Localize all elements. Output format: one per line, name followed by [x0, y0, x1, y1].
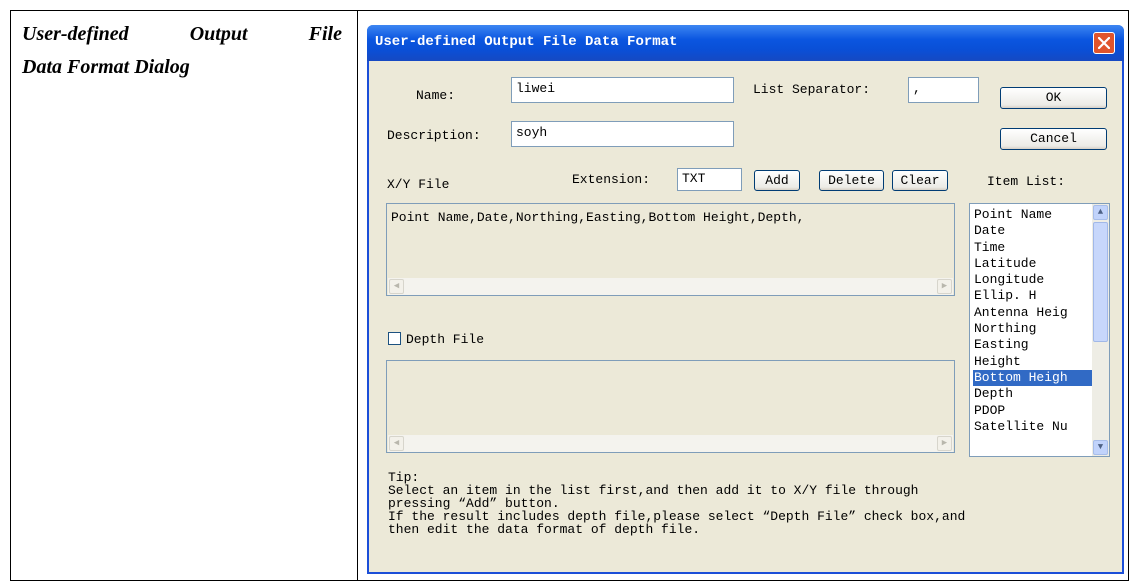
scroll-thumb[interactable] [1093, 222, 1108, 342]
extension-input[interactable]: TXT [677, 168, 742, 191]
caption-word: File [308, 23, 342, 45]
scroll-up-arrow-icon[interactable]: ▲ [1093, 205, 1108, 220]
item-list-entries: Point Name Date Time Latitude Longitude Ellip… [973, 207, 1092, 435]
scroll-right-arrow-icon[interactable]: ▶ [937, 279, 952, 294]
scroll-right-arrow-icon[interactable]: ▶ [937, 436, 952, 451]
xy-format-textbox[interactable]: Point Name,Date,Northing,Easting,Bottom … [386, 203, 955, 296]
list-item[interactable]: Latitude [973, 256, 1092, 272]
list-item[interactable]: Time [973, 240, 1092, 256]
depth-file-label: Depth File [406, 332, 485, 347]
list-item[interactable]: Point Name [973, 207, 1092, 223]
output-format-dialog: User-defined Output File Data Format Nam… [367, 25, 1124, 574]
item-list[interactable]: Point Name Date Time Latitude Longitude Ellip… [969, 203, 1110, 457]
delete-button[interactable]: Delete [819, 170, 884, 191]
caption-line-1: User-defined Output File [22, 18, 342, 51]
depth-format-textbox[interactable]: ◀ ▶ [386, 360, 955, 453]
list-separator-input[interactable]: , [908, 77, 979, 103]
caption-line-2: Data Format Dialog [22, 56, 190, 78]
depth-file-checkbox[interactable] [388, 332, 401, 345]
tip-text: Tip: Select an item in the list first,and… [388, 471, 965, 536]
caption-word: User-defined [22, 23, 129, 45]
cancel-button[interactable]: Cancel [1000, 128, 1107, 150]
dialog-caption: User-defined Output File Data Format Dia… [22, 18, 342, 84]
list-item[interactable]: Antenna Heig [973, 305, 1092, 321]
clear-button[interactable]: Clear [892, 170, 948, 191]
scroll-down-arrow-icon[interactable]: ▼ [1093, 440, 1108, 455]
list-item[interactable]: Ellip. H [973, 288, 1092, 304]
xy-format-text: Point Name,Date,Northing,Easting,Bottom … [391, 210, 805, 225]
list-item[interactable]: Date [973, 223, 1092, 239]
list-item[interactable]: Bottom Heigh [973, 369, 1092, 387]
item-list-label: Item List: [987, 174, 1066, 189]
list-item[interactable]: Easting [973, 337, 1092, 353]
description-label: Description: [387, 128, 481, 143]
ok-button[interactable]: OK [1000, 87, 1107, 109]
close-button[interactable] [1093, 32, 1115, 54]
scroll-left-arrow-icon[interactable]: ◀ [389, 436, 404, 451]
list-item[interactable]: PDOP [973, 403, 1092, 419]
list-item[interactable]: Satellite Nu [973, 419, 1092, 435]
close-icon [1098, 37, 1110, 49]
list-item[interactable]: Longitude [973, 272, 1092, 288]
caption-word: Output [189, 23, 248, 45]
item-list-vertical-scrollbar[interactable]: ▲ ▼ [1092, 204, 1109, 456]
xy-file-label: X/Y File [387, 177, 450, 192]
table-divider [357, 10, 358, 581]
scroll-left-arrow-icon[interactable]: ◀ [389, 279, 404, 294]
depth-horizontal-scrollbar[interactable]: ◀ ▶ [388, 435, 953, 452]
name-input[interactable]: liwei [511, 77, 734, 103]
dialog-title-bar[interactable]: User-defined Output File Data Format [367, 25, 1124, 61]
extension-label: Extension: [572, 172, 651, 187]
add-button[interactable]: Add [754, 170, 800, 191]
xy-horizontal-scrollbar[interactable]: ◀ ▶ [388, 278, 953, 295]
list-item[interactable]: Height [973, 354, 1092, 370]
description-input[interactable]: soyh [511, 121, 734, 147]
list-separator-label: List Separator: [753, 82, 871, 97]
list-item[interactable]: Northing [973, 321, 1092, 337]
tip-line: then edit the data format of depth file. [388, 522, 701, 537]
list-item[interactable]: Depth [973, 386, 1092, 402]
name-label: Name: [416, 88, 456, 103]
dialog-title: User-defined Output File Data Format [375, 34, 678, 50]
